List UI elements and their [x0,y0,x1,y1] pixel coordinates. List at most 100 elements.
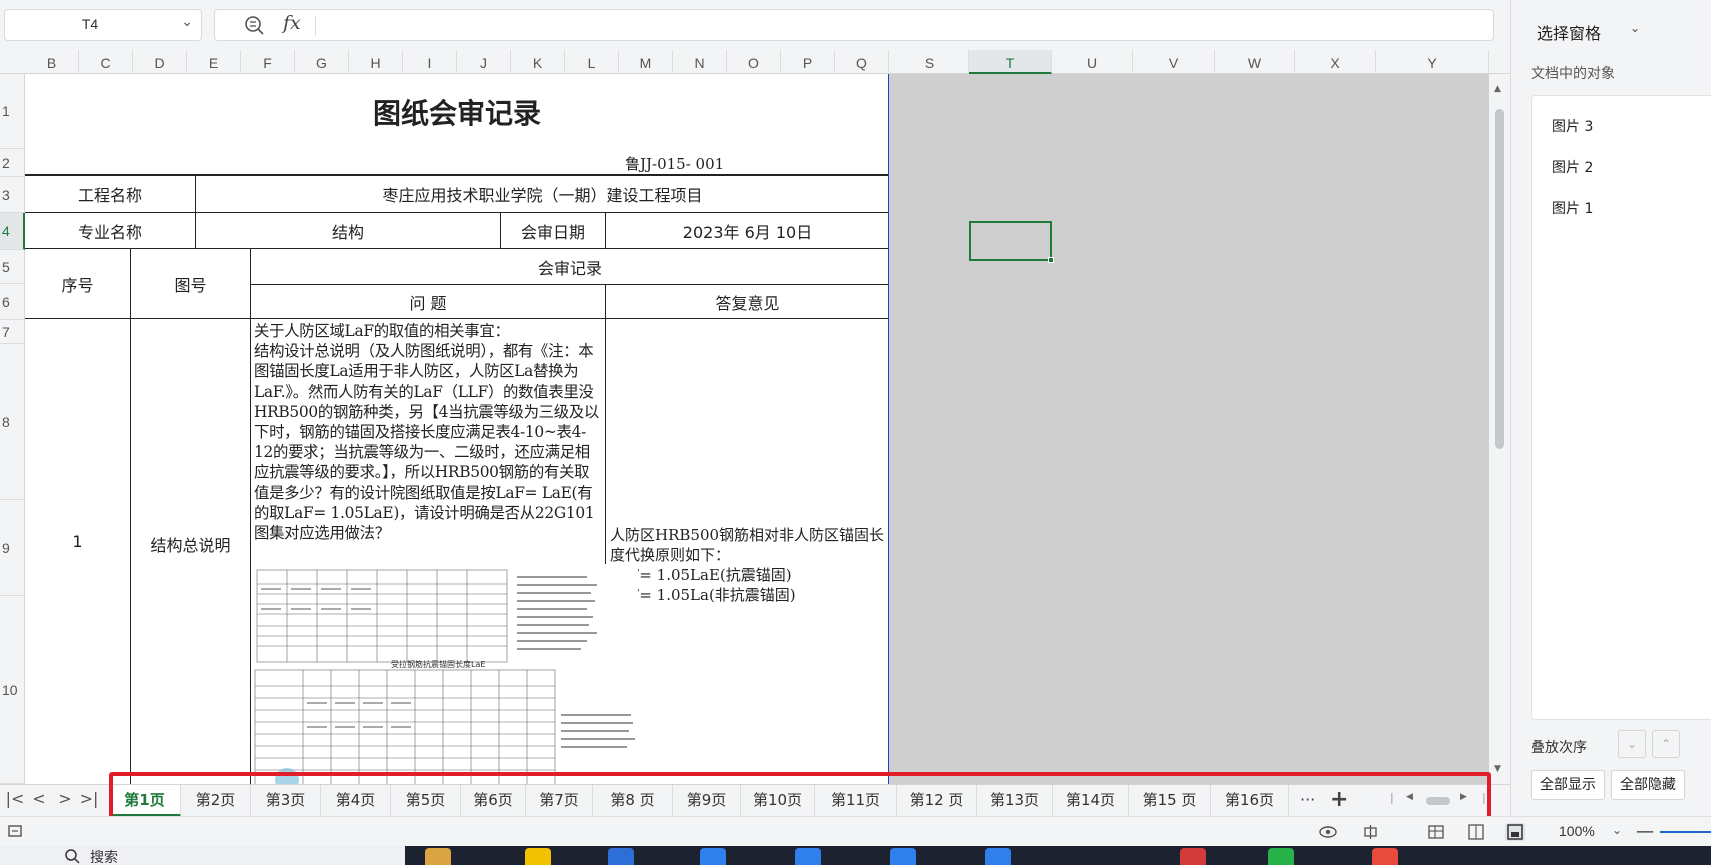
order-label: 叠放次序 [1531,740,1587,756]
scroll-down-icon[interactable]: ▼ [1494,764,1501,774]
zoom-out-button[interactable]: — [1636,821,1654,842]
column-header-J[interactable]: J [457,50,511,74]
fill-handle[interactable] [1048,257,1054,263]
move-down-button[interactable]: ⌄ [1618,730,1646,758]
app-icon[interactable] [890,848,916,865]
seq-header: 序号 [25,248,131,319]
show-all-button[interactable]: 全部显示 [1531,770,1605,800]
row-header-9[interactable]: 9 [0,500,25,596]
row-header-6[interactable]: 6 [0,284,25,320]
zoom-slider[interactable] [1660,831,1711,833]
panel-title[interactable]: 选择窗格 [1537,20,1601,44]
drawing-header: 图号 [130,248,251,319]
zoom-level[interactable]: 100% [1559,823,1595,839]
scroll-up-icon[interactable]: ▲ [1494,84,1501,94]
row-header-7[interactable]: 7 [0,320,25,344]
row-header-5[interactable]: 5 [0,250,25,284]
row-header-8[interactable]: 8 [0,344,25,500]
hide-all-button[interactable]: 全部隐藏 [1611,770,1685,800]
object-item[interactable]: 图片 3 [1552,116,1593,136]
app-icon[interactable] [795,848,821,865]
wechat-icon[interactable] [1268,848,1294,865]
discipline-value[interactable]: 结构 [195,212,501,249]
row-header-2[interactable]: 2 [0,149,25,177]
chevron-down-icon[interactable]: ⌄ [181,14,193,30]
row-header-4[interactable]: 4 [0,213,25,250]
row-header-3[interactable]: 3 [0,177,25,213]
object-item[interactable]: 图片 2 [1552,157,1593,177]
project-label: 工程名称 [25,175,196,213]
search-input[interactable]: 搜索 [90,847,118,865]
function-search-icon[interactable] [243,14,265,36]
object-item[interactable]: 图片 1 [1552,198,1593,218]
row-seq-cell[interactable]: 1 [25,318,131,784]
column-header-D[interactable]: D [133,50,187,74]
folder-icon[interactable] [425,848,451,865]
answer-cell[interactable]: 人防区HRB500钢筋相对非人防区锚固长度代换原则如下： LaF= 1.05La… [605,318,889,784]
name-box-value: T4 [81,16,99,32]
column-header-B[interactable]: B [25,50,79,74]
column-header-I[interactable]: I [403,50,457,74]
column-header-H[interactable]: H [349,50,403,74]
date-value[interactable]: 2023年 6月 10日 [605,212,889,249]
page-layout-icon[interactable] [1466,823,1486,841]
column-header-G[interactable]: G [295,50,349,74]
next-sheet-icon[interactable]: > [54,789,76,808]
column-header-S[interactable]: S [891,50,969,74]
column-header-N[interactable]: N [673,50,727,74]
column-header-W[interactable]: W [1215,50,1295,74]
app-icon[interactable] [525,848,551,865]
row-drawing: 结构总说明 [150,536,231,555]
taskbar-search[interactable]: 搜索 [0,846,405,865]
status-bar: 100% ⌄ — [0,816,1711,846]
macro-record-icon[interactable] [6,823,26,841]
chevron-down-icon[interactable]: ⌄ [1630,21,1640,35]
name-box[interactable]: T4 ⌄ [4,9,202,41]
eye-icon[interactable] [1318,823,1338,841]
app-icon[interactable] [985,848,1011,865]
outside-print-area[interactable] [889,74,1489,784]
column-header-V[interactable]: V [1133,50,1215,74]
embedded-table-image[interactable]: 受拉钢筋抗震锚固长度LaE [251,564,638,784]
column-header-K[interactable]: K [511,50,565,74]
column-header-Y[interactable]: Y [1376,50,1489,74]
prev-sheet-icon[interactable]: < [28,789,50,808]
row-header-1[interactable]: 1 [0,74,25,149]
formula-input[interactable]: fx [214,9,1494,41]
selected-cell-T4[interactable] [969,221,1054,263]
move-up-button[interactable]: ⌃ [1652,730,1680,758]
project-value[interactable]: 枣庄应用技术职业学院（一期）建设工程项目 [195,175,889,213]
selection-pane: 选择窗格 ⌄ 文档中的对象 图片 3 图片 2 图片 1 叠放次序 ⌄ ⌃ 全部… [1510,0,1711,816]
app-icon[interactable] [1180,848,1206,865]
column-header-M[interactable]: M [619,50,673,74]
app-icon[interactable] [700,848,726,865]
column-header-T[interactable]: T [969,50,1052,74]
column-header-U[interactable]: U [1052,50,1133,74]
input-method-icon[interactable] [1362,823,1382,841]
column-header-X[interactable]: X [1295,50,1376,74]
column-header-Q[interactable]: Q [835,50,889,74]
row-header-10[interactable]: 10 [0,596,25,784]
document-code: 鲁JJ-015- 001 [625,152,865,174]
sheet-area[interactable]: 图纸会审记录 鲁JJ-015- 001 工程名称 枣庄应用技术职业学院（一期）建… [25,74,889,784]
column-header-F[interactable]: F [241,50,295,74]
record-header: 会审记录 [250,248,889,285]
column-header-L[interactable]: L [565,50,619,74]
normal-view-icon[interactable] [1426,823,1446,841]
page-break-view-icon[interactable] [1505,823,1525,841]
column-header-P[interactable]: P [781,50,835,74]
column-header-E[interactable]: E [187,50,241,74]
app-icon[interactable] [1372,848,1398,865]
vertical-scrollbar[interactable]: ▲ ▼ [1489,74,1510,784]
row-seq: 1 [72,532,83,551]
fx-icon[interactable]: fx [283,12,301,34]
row-drawing-cell[interactable]: 结构总说明 [130,318,251,784]
column-header-C[interactable]: C [79,50,133,74]
app-icon[interactable] [608,848,634,865]
scrollbar-thumb[interactable] [1495,109,1504,449]
last-sheet-icon[interactable]: >| [78,789,100,808]
first-sheet-icon[interactable]: |< [4,789,26,808]
column-header-O[interactable]: O [727,50,781,74]
search-icon [65,849,80,864]
chevron-down-icon[interactable]: ⌄ [1612,823,1622,837]
